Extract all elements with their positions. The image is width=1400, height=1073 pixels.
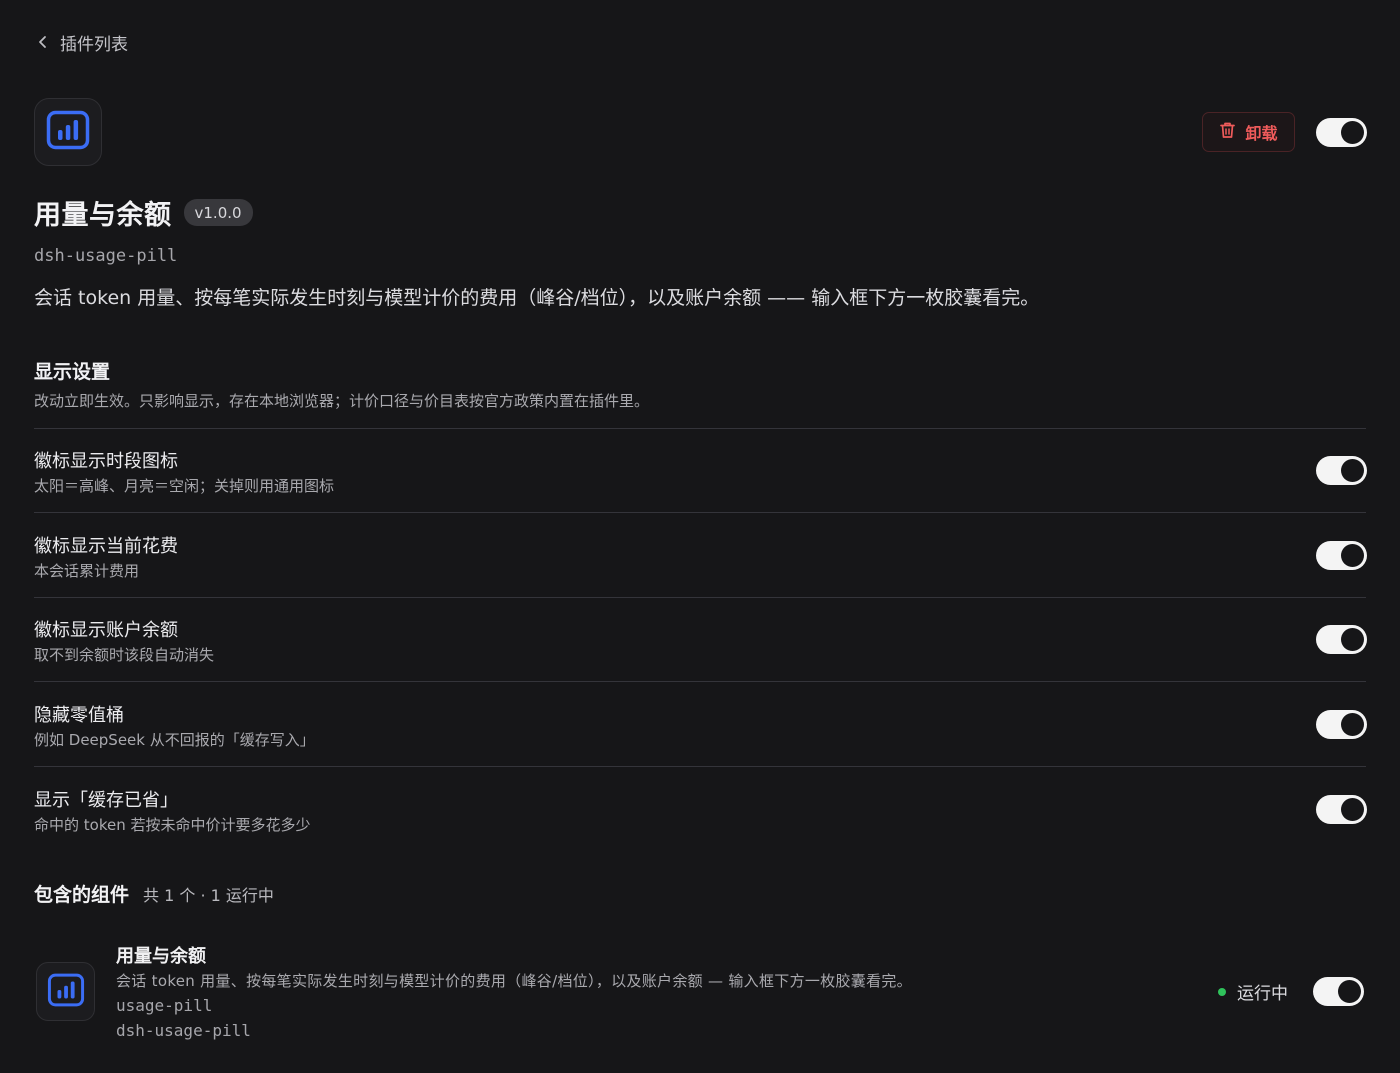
plugin-detail-page: 插件列表 卸载 用量与余额 v1.0.0 dsh-usage-pill 会话 t…	[0, 0, 1400, 1073]
back-link-label: 插件列表	[60, 34, 128, 55]
setting-label-cache-saved: 显示「缓存已省」	[34, 790, 178, 811]
components-header: 包含的组件 共 1 个 · 1 运行中	[34, 880, 274, 907]
setting-hint-cache-saved: 命中的 token 若按未命中价计要多花多少	[34, 816, 311, 834]
components-count: 共 1 个 · 1 运行中	[143, 886, 274, 905]
setting-hint-period-icon: 太阳＝高峰、月亮＝空闲；关掉则用通用图标	[34, 477, 335, 495]
display-settings-title: 显示设置	[34, 361, 111, 383]
divider	[34, 597, 1366, 598]
plugin-icon	[34, 98, 102, 166]
bar-chart-icon	[46, 110, 90, 154]
chevron-left-icon	[36, 34, 50, 50]
divider	[34, 681, 1366, 682]
plugin-description: 会话 token 用量、按每笔实际发生时刻与模型计价的费用（峰谷/档位），以及账…	[34, 287, 1040, 309]
page-title: 用量与余额	[34, 200, 172, 231]
setting-hint-account-balance: 取不到余额时该段自动消失	[34, 646, 215, 664]
toggle-cache-saved[interactable]	[1316, 795, 1367, 824]
component-plugin-slug: dsh-usage-pill	[116, 1021, 251, 1040]
status-dot	[1218, 987, 1226, 996]
divider	[34, 766, 1366, 767]
component-icon	[36, 962, 95, 1021]
setting-label-current-cost: 徽标显示当前花费	[34, 536, 178, 557]
trash-icon	[1219, 121, 1236, 143]
setting-label-hide-zero: 隐藏零值桶	[34, 705, 124, 726]
setting-label-account-balance: 徽标显示账户余额	[34, 620, 178, 641]
setting-label-period-icon: 徽标显示时段图标	[34, 451, 178, 472]
back-link[interactable]: 插件列表	[36, 28, 128, 56]
plugin-enable-toggle[interactable]	[1316, 118, 1367, 147]
component-id: usage-pill	[116, 996, 213, 1015]
version-badge: v1.0.0	[183, 199, 253, 226]
divider	[34, 428, 1366, 429]
divider	[34, 512, 1366, 513]
plugin-slug: dsh-usage-pill	[34, 246, 178, 266]
display-settings-subtitle: 改动立即生效。只影响显示，存在本地浏览器；计价口径与价目表按官方政策内置在插件里…	[34, 392, 650, 410]
toggle-current-cost[interactable]	[1316, 541, 1367, 570]
uninstall-label: 卸载	[1245, 124, 1278, 143]
status-label: 运行中	[1237, 984, 1288, 1004]
component-enable-toggle[interactable]	[1313, 977, 1364, 1006]
bar-chart-icon	[47, 973, 85, 1011]
component-name: 用量与余额	[116, 946, 206, 967]
component-status: 运行中	[1218, 979, 1288, 1004]
toggle-hide-zero[interactable]	[1316, 710, 1367, 739]
toggle-account-balance[interactable]	[1316, 625, 1367, 654]
components-title: 包含的组件	[34, 884, 130, 906]
toggle-period-icon[interactable]	[1316, 456, 1367, 485]
plugin-title-row: 用量与余额 v1.0.0	[34, 193, 253, 232]
setting-hint-current-cost: 本会话累计费用	[34, 562, 140, 580]
setting-hint-hide-zero: 例如 DeepSeek 从不回报的「缓存写入」	[34, 731, 315, 749]
uninstall-button[interactable]: 卸载	[1202, 112, 1295, 152]
component-description: 会话 token 用量、按每笔实际发生时刻与模型计价的费用（峰谷/档位），以及账…	[116, 972, 912, 990]
